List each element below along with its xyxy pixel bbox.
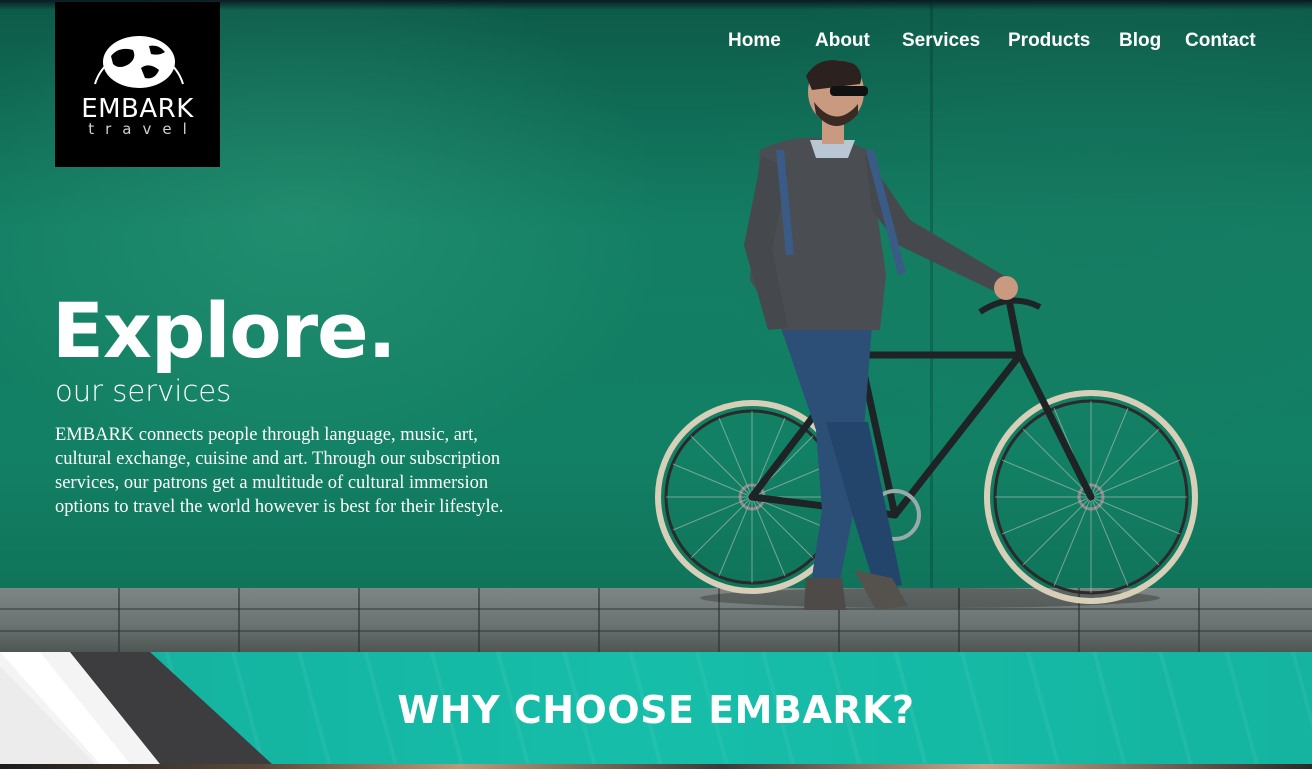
nav-blog[interactable]: Blog [1119,30,1161,52]
nav-about[interactable]: About [815,30,870,52]
embark-logo[interactable]: EMBARK travel [55,2,220,167]
nav-home[interactable]: Home [728,30,781,52]
why-choose-section: WHY CHOOSE EMBARK? [0,652,1312,764]
logo-subtitle: travel [88,120,198,138]
nav-services[interactable]: Services [902,30,980,52]
man [744,60,1018,610]
hero-heading: Explore. [52,286,396,375]
nav-products[interactable]: Products [1008,30,1090,52]
hero-section: EMBARK travel Home About Services Produc… [0,0,1312,652]
main-navigation: Home About Services Products Blog Contac… [0,30,1312,58]
bicycle [655,297,1198,604]
next-section-preview [0,764,1312,769]
hero-subheading: our services [55,374,232,408]
nav-contact[interactable]: Contact [1185,30,1256,52]
hero-photo-man-with-bicycle [655,60,1198,610]
why-choose-title: WHY CHOOSE EMBARK? [397,688,915,732]
hero-description: EMBARK connects people through language,… [55,425,504,517]
